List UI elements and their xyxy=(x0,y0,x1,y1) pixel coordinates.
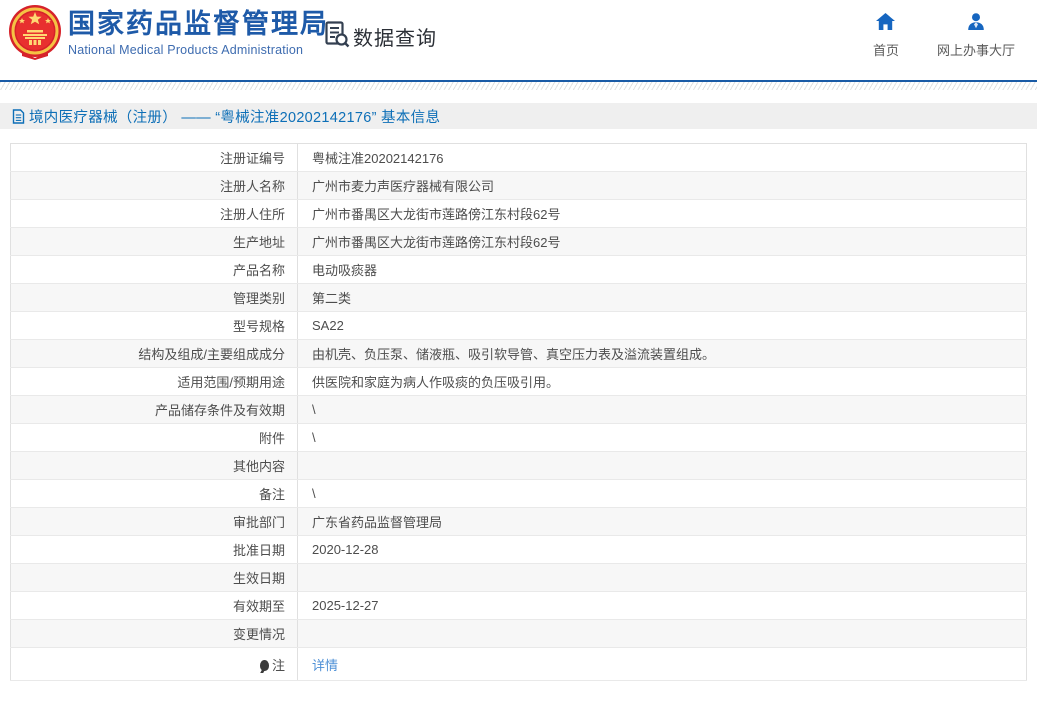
table-row: 型号规格 SA22 xyxy=(10,311,1027,340)
row-label: 产品名称 xyxy=(10,255,298,284)
row-value: 2025-12-27 xyxy=(297,591,1027,620)
row-value: 详情 xyxy=(297,647,1027,681)
table-row: 注册人住所 广州市番禺区大龙街市莲路傍江东村段62号 xyxy=(10,199,1027,228)
nav-online-hall[interactable]: 网上办事大厅 xyxy=(937,13,1015,59)
row-label: 生效日期 xyxy=(10,563,298,592)
nav-data-query-label: 数据查询 xyxy=(353,28,437,50)
detail-table-body: 注册证编号 粤械注准20202142176 注册人名称 广州市麦力声医疗器械有限公司注… xyxy=(10,143,1027,681)
row-value: SA22 xyxy=(297,311,1027,340)
table-row: 管理类别 第二类 xyxy=(10,283,1027,312)
row-value: 供医院和家庭为病人作吸痰的负压吸引用。 xyxy=(297,367,1027,396)
row-label: 适用范围/预期用途 xyxy=(10,367,298,396)
row-label: 附件 xyxy=(10,423,298,452)
table-row: 适用范围/预期用途 供医院和家庭为病人作吸痰的负压吸引用。 xyxy=(10,367,1027,396)
row-value: 电动吸痰器 xyxy=(297,255,1027,284)
table-row: 产品名称 电动吸痰器 xyxy=(10,255,1027,284)
home-icon xyxy=(876,13,896,35)
hatch-pattern-band xyxy=(0,82,1037,90)
row-label: 变更情况 xyxy=(10,619,298,648)
row-value: 广州市番禺区大龙街市莲路傍江东村段62号 xyxy=(297,199,1027,228)
row-value xyxy=(297,619,1027,648)
table-row: 注详情 xyxy=(10,647,1027,681)
table-row: 产品储存条件及有效期 \ xyxy=(10,395,1027,424)
row-label: 备注 xyxy=(10,479,298,508)
table-row: 生产地址 广州市番禺区大龙街市莲路傍江东村段62号 xyxy=(10,227,1027,256)
table-row: 审批部门 广东省药品监督管理局 xyxy=(10,507,1027,536)
row-label: 结构及组成/主要组成成分 xyxy=(10,339,298,368)
row-value: 2020-12-28 xyxy=(297,535,1027,564)
breadcrumb: 境内医疗器械（注册） —— “粤械注准20202142176” 基本信息 xyxy=(0,103,1037,129)
page-title: 境内医疗器械（注册） —— “粤械注准20202142176” 基本信息 xyxy=(29,109,441,126)
nav-home-label: 首页 xyxy=(872,43,899,58)
row-value: \ xyxy=(297,479,1027,508)
row-label: 有效期至 xyxy=(10,591,298,620)
user-icon xyxy=(967,13,985,35)
row-value xyxy=(297,451,1027,480)
row-value: \ xyxy=(297,395,1027,424)
table-row: 结构及组成/主要组成成分 由机壳、负压泵、储液瓶、吸引软导管、真空压力表及溢流装置… xyxy=(10,339,1027,368)
row-label: 型号规格 xyxy=(10,311,298,340)
row-label: 管理类别 xyxy=(10,283,298,312)
detail-link[interactable]: 详情 xyxy=(312,658,338,673)
nav-online-hall-label: 网上办事大厅 xyxy=(936,43,1015,58)
row-value: 粤械注准20202142176 xyxy=(297,143,1027,172)
row-value: 广东省药品监督管理局 xyxy=(297,507,1027,536)
row-label: 注册人名称 xyxy=(10,171,298,200)
nmpa-emblem-logo xyxy=(8,4,62,60)
row-value: 第二类 xyxy=(297,283,1027,312)
nav-home[interactable]: 首页 xyxy=(873,13,899,59)
row-value: 广州市番禺区大龙街市莲路傍江东村段62号 xyxy=(297,227,1027,256)
document-icon xyxy=(12,108,25,124)
brand-title: 国家药品监督管理局 xyxy=(68,9,329,39)
row-label: 其他内容 xyxy=(10,451,298,480)
table-row: 附件 \ xyxy=(10,423,1027,452)
table-row: 变更情况 xyxy=(10,619,1027,648)
table-row: 批准日期 2020-12-28 xyxy=(10,535,1027,564)
note-balloon-icon xyxy=(259,659,269,671)
table-row: 有效期至 2025-12-27 xyxy=(10,591,1027,620)
row-label: 审批部门 xyxy=(10,507,298,536)
row-label: 产品储存条件及有效期 xyxy=(10,395,298,424)
table-row: 其他内容 xyxy=(10,451,1027,480)
brand-block: 国家药品监督管理局 National Medical Products Admi… xyxy=(68,9,329,57)
row-label: 注册证编号 xyxy=(10,143,298,172)
top-navigation: 首页 网上办事大厅 xyxy=(873,13,1015,59)
row-label: 注册人住所 xyxy=(10,199,298,228)
table-row: 注册人名称 广州市麦力声医疗器械有限公司 xyxy=(10,171,1027,200)
data-query-icon xyxy=(324,20,350,53)
row-label: 批准日期 xyxy=(10,535,298,564)
row-value xyxy=(297,563,1027,592)
row-label: 生产地址 xyxy=(10,227,298,256)
row-value: 广州市麦力声医疗器械有限公司 xyxy=(297,171,1027,200)
table-row: 注册证编号 粤械注准20202142176 xyxy=(10,143,1027,172)
registration-detail-table: 注册证编号 粤械注准20202142176 注册人名称 广州市麦力声医疗器械有限公司注… xyxy=(10,143,1027,681)
brand-subtitle: National Medical Products Administration xyxy=(68,43,304,57)
row-value: 由机壳、负压泵、储液瓶、吸引软导管、真空压力表及溢流装置组成。 xyxy=(297,339,1027,368)
row-label: 注 xyxy=(10,647,298,681)
table-row: 备注 \ xyxy=(10,479,1027,508)
site-header: 国家药品监督管理局 National Medical Products Admi… xyxy=(0,0,1037,80)
row-value: \ xyxy=(297,423,1027,452)
table-row: 生效日期 xyxy=(10,563,1027,592)
nav-data-query[interactable]: 数据查询 xyxy=(324,20,437,53)
